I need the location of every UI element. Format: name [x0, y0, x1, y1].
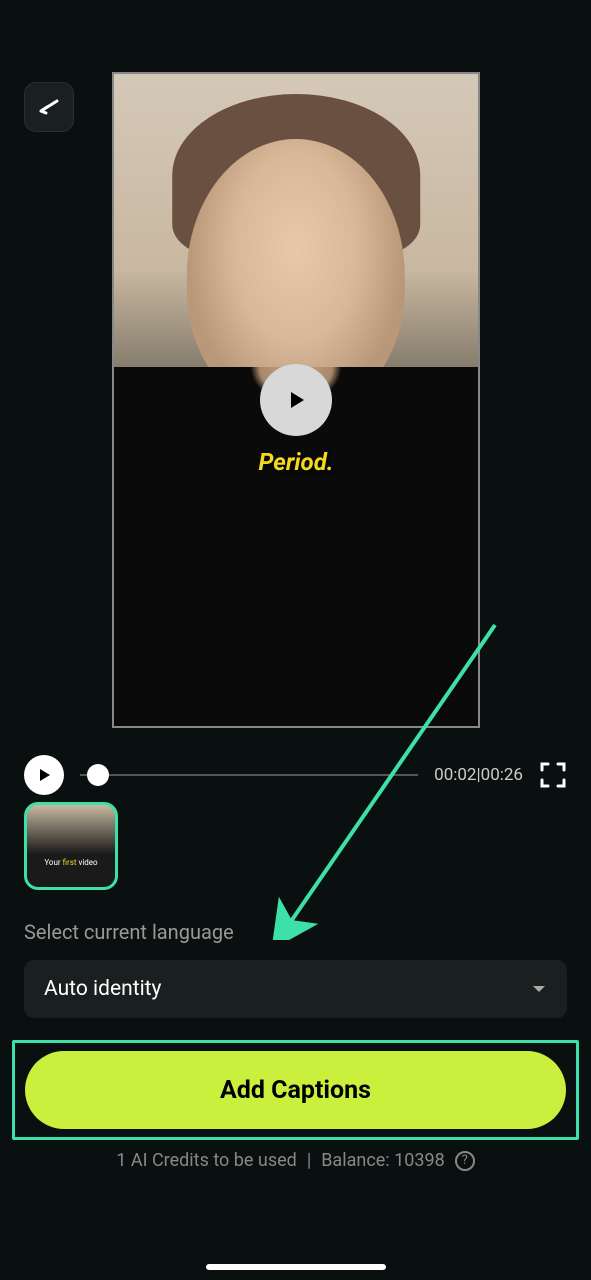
fullscreen-button[interactable] [539, 761, 567, 789]
thumbnail-strip: Your first video [24, 802, 118, 890]
video-thumbnail[interactable]: Your first video [24, 802, 118, 890]
total-time: 00:26 [481, 765, 523, 785]
back-arrow-icon [37, 97, 61, 117]
video-preview[interactable]: Period. [112, 72, 480, 728]
thumbnail-caption: Your first video [27, 858, 115, 867]
add-captions-highlight: Add Captions [12, 1040, 579, 1140]
play-button[interactable] [24, 755, 64, 795]
add-captions-button[interactable]: Add Captions [25, 1051, 566, 1129]
play-overlay-button[interactable] [260, 364, 332, 436]
play-icon [284, 388, 308, 412]
chevron-down-icon [531, 984, 547, 994]
language-selected: Auto identity [44, 977, 161, 1001]
video-controls: 00:02|00:26 [24, 755, 567, 795]
language-dropdown[interactable]: Auto identity [24, 960, 567, 1018]
language-label: Select current language [24, 920, 234, 944]
time-display: 00:02|00:26 [434, 765, 523, 785]
current-time: 00:02 [434, 765, 476, 785]
home-indicator[interactable] [206, 1264, 386, 1270]
credits-separator: | [307, 1150, 311, 1171]
help-icon: ? [462, 1153, 468, 1168]
video-caption: Period. [258, 448, 333, 476]
play-icon [36, 767, 52, 783]
credits-balance: Balance: 10398 [321, 1150, 445, 1171]
seek-thumb[interactable] [87, 764, 109, 786]
credits-info: 1 AI Credits to be used | Balance: 10398… [0, 1150, 591, 1171]
seek-bar[interactable] [80, 774, 418, 776]
credits-usage: 1 AI Credits to be used [116, 1150, 297, 1171]
add-captions-label: Add Captions [220, 1076, 371, 1105]
help-button[interactable]: ? [455, 1151, 475, 1171]
fullscreen-icon [539, 761, 567, 789]
back-button[interactable] [24, 82, 74, 132]
